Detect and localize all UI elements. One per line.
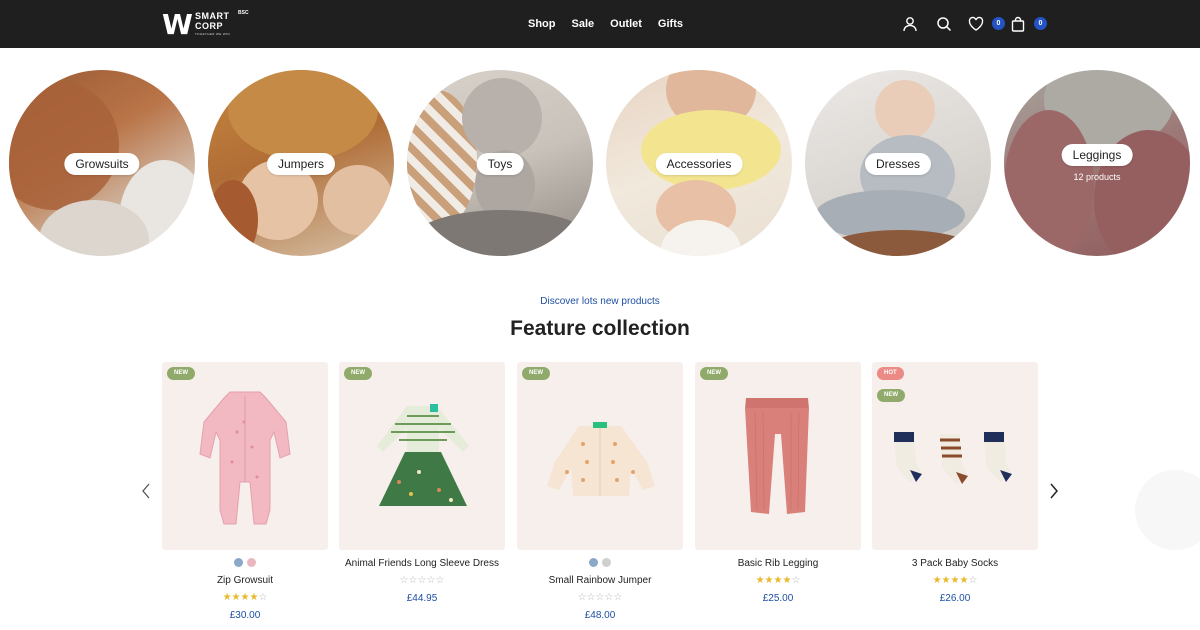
category-growsuits[interactable]: Growsuits bbox=[9, 70, 195, 256]
image-shape bbox=[208, 180, 258, 256]
growsuit-illustration bbox=[199, 391, 291, 525]
logo-line-2: CORP bbox=[195, 21, 224, 31]
image-shape bbox=[462, 78, 542, 158]
heart-icon bbox=[968, 16, 984, 31]
category-label: Toys bbox=[476, 153, 524, 175]
floating-widget bbox=[1135, 470, 1200, 550]
category-accessories[interactable]: Accessories bbox=[606, 70, 792, 256]
swatch-pink[interactable] bbox=[247, 558, 256, 567]
product-image[interactable]: NEW bbox=[695, 362, 861, 550]
category-toys[interactable]: Toys bbox=[407, 70, 593, 256]
product-price: £26.00 bbox=[939, 593, 971, 604]
new-badge: NEW bbox=[877, 389, 905, 402]
product-carousel: NEW Zip Growsuit ★★★★☆ £30.00 NEW Animal… bbox=[162, 362, 1038, 630]
image-shape bbox=[641, 110, 781, 190]
category-label: Leggings bbox=[1061, 144, 1133, 166]
logo-tagline: TOGETHER WE WIN bbox=[195, 32, 230, 36]
logo-mark: W bbox=[162, 8, 193, 41]
logo-badge: BSC bbox=[238, 10, 249, 16]
site-header: W BSC SMART CORP TOGETHER WE WIN Shop Sa… bbox=[0, 0, 1200, 48]
cart-button[interactable]: 0 bbox=[1010, 14, 1047, 34]
product-image[interactable]: NEW bbox=[517, 362, 683, 550]
category-label: Growsuits bbox=[64, 153, 140, 175]
product-name[interactable]: 3 Pack Baby Socks bbox=[872, 558, 1038, 569]
category-carousel: Growsuits Jumpers Toys Accessories Dress… bbox=[9, 70, 1199, 258]
section-title: Feature collection bbox=[510, 317, 690, 340]
rating-stars: ★★★★☆ bbox=[932, 575, 978, 586]
product-price: £30.00 bbox=[229, 610, 261, 621]
search-icon[interactable] bbox=[934, 14, 954, 34]
category-leggings[interactable]: Leggings 12 products bbox=[1004, 70, 1190, 256]
dress-illustration bbox=[377, 404, 469, 506]
logo-wordmark: SMART CORP bbox=[195, 11, 239, 31]
user-icon[interactable] bbox=[900, 14, 920, 34]
product-name[interactable]: Animal Friends Long Sleeve Dress bbox=[339, 558, 505, 569]
main-nav: Shop Sale Outlet Gifts bbox=[528, 16, 683, 32]
carousel-prev-button[interactable] bbox=[138, 482, 154, 500]
hot-badge: HOT bbox=[877, 367, 904, 380]
chevron-right-icon bbox=[1050, 483, 1058, 499]
wishlist-button[interactable]: 0 bbox=[968, 14, 1005, 34]
wishlist-count-badge: 0 bbox=[992, 17, 1005, 30]
product-image[interactable]: NEW bbox=[339, 362, 505, 550]
legging-illustration bbox=[745, 398, 809, 514]
logo-line-1: SMART bbox=[195, 11, 230, 21]
rating-stars: ★★★★☆ bbox=[755, 575, 801, 586]
nav-item-sale[interactable]: Sale bbox=[572, 16, 595, 32]
cart-count-badge: 0 bbox=[1034, 17, 1047, 30]
product-price: £44.95 bbox=[406, 593, 438, 604]
color-swatches bbox=[162, 558, 328, 567]
rating-stars: ☆☆☆☆☆ bbox=[399, 575, 445, 586]
nav-item-gifts[interactable]: Gifts bbox=[658, 16, 683, 32]
image-shape bbox=[323, 165, 393, 235]
product-card: NEW Basic Rib Legging ★★★★☆ £25.00 bbox=[695, 362, 861, 630]
image-shape bbox=[875, 80, 935, 140]
chevron-left-icon bbox=[142, 483, 150, 499]
category-dresses[interactable]: Dresses bbox=[805, 70, 991, 256]
swatch-blue[interactable] bbox=[234, 558, 243, 567]
product-card: NEW Zip Growsuit ★★★★☆ £30.00 bbox=[162, 362, 328, 630]
new-badge: NEW bbox=[167, 367, 195, 380]
category-jumpers[interactable]: Jumpers bbox=[208, 70, 394, 256]
jumper-illustration bbox=[547, 422, 655, 496]
nav-item-shop[interactable]: Shop bbox=[528, 16, 556, 32]
product-card: HOT NEW 3 Pack Baby Socks ★★★★☆ £26.00 bbox=[872, 362, 1038, 630]
category-label: Jumpers bbox=[266, 153, 336, 175]
product-image[interactable]: HOT NEW bbox=[872, 362, 1038, 550]
color-swatches bbox=[517, 558, 683, 567]
product-image[interactable]: NEW bbox=[162, 362, 328, 550]
new-badge: NEW bbox=[522, 367, 550, 380]
carousel-next-button[interactable] bbox=[1046, 482, 1062, 500]
bag-icon bbox=[1011, 16, 1025, 32]
product-name[interactable]: Zip Growsuit bbox=[162, 575, 328, 586]
product-card: NEW Small Rainbow Jumper ☆☆☆☆☆ £48.00 bbox=[517, 362, 683, 630]
product-card: NEW Animal Friends Long Sleeve Dress ☆☆☆… bbox=[339, 362, 505, 630]
swatch-blue[interactable] bbox=[589, 558, 598, 567]
section-eyebrow: Discover lots new products bbox=[540, 296, 660, 307]
product-name[interactable]: Basic Rib Legging bbox=[695, 558, 861, 569]
brand-logo[interactable]: W BSC SMART CORP TOGETHER WE WIN bbox=[160, 9, 250, 39]
product-price: £25.00 bbox=[762, 593, 794, 604]
product-name[interactable]: Small Rainbow Jumper bbox=[517, 575, 683, 586]
product-price: £48.00 bbox=[584, 610, 616, 621]
category-label: Accessories bbox=[655, 153, 743, 175]
new-badge: NEW bbox=[700, 367, 728, 380]
swatch-grey[interactable] bbox=[602, 558, 611, 567]
rating-stars: ★★★★☆ bbox=[222, 592, 268, 603]
category-count: 12 products bbox=[1073, 172, 1121, 182]
new-badge: NEW bbox=[344, 367, 372, 380]
rating-stars: ☆☆☆☆☆ bbox=[577, 592, 623, 603]
category-label: Dresses bbox=[864, 153, 932, 175]
header-actions: 0 0 bbox=[900, 14, 1047, 34]
nav-item-outlet[interactable]: Outlet bbox=[610, 16, 642, 32]
